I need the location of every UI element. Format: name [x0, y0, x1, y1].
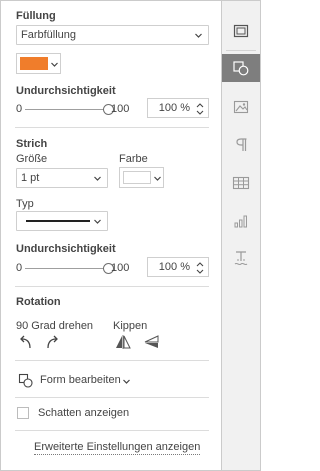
shadow-label: Schatten anzeigen: [38, 407, 130, 419]
right-sidebar: [221, 1, 260, 470]
stroke-title: Strich: [16, 138, 48, 150]
stroke-color-label: Farbe: [119, 153, 148, 165]
divider: [15, 360, 209, 361]
fill-opacity-value: 100 %: [158, 102, 190, 114]
rotate-counterclockwise-icon[interactable]: [16, 334, 34, 350]
stroke-type-select[interactable]: [16, 211, 108, 231]
flip-horizontal-icon[interactable]: [114, 334, 132, 350]
fill-color-button[interactable]: [16, 53, 61, 74]
stroke-opacity-spinner[interactable]: 100 %: [147, 257, 209, 277]
shadow-checkbox[interactable]: [17, 407, 29, 419]
tab-chart-settings[interactable]: [222, 207, 260, 235]
fill-opacity-spinner[interactable]: 100 %: [147, 98, 209, 118]
stroke-opacity-title: Undurchsichtigkeit: [16, 243, 116, 255]
chart-settings-icon: [234, 215, 247, 228]
paragraph-settings-icon: [236, 138, 247, 151]
stroke-size-select[interactable]: 1 pt: [16, 168, 108, 188]
text-art-settings-icon: [234, 251, 248, 266]
stroke-opacity-max: 100: [111, 262, 130, 274]
fill-title: Füllung: [16, 10, 56, 22]
chevron-down-icon: [94, 176, 101, 181]
spin-up-icon[interactable]: [195, 260, 205, 268]
image-settings-icon: [233, 100, 249, 114]
spin-up-icon[interactable]: [195, 101, 205, 109]
divider: [15, 397, 209, 398]
chevron-down-icon: [94, 219, 101, 224]
tab-table-settings[interactable]: [222, 169, 260, 197]
flip-label: Kippen: [113, 320, 148, 332]
stroke-opacity-track[interactable]: [25, 268, 108, 269]
chevron-down-icon: [51, 62, 58, 67]
tab-paragraph-settings[interactable]: [222, 131, 260, 159]
rotate-clockwise-icon[interactable]: [44, 334, 62, 350]
fill-type-select[interactable]: Farbfüllung: [16, 25, 209, 45]
sidebar-divider: [226, 50, 256, 51]
chevron-down-icon: [195, 33, 202, 38]
divider: [15, 286, 209, 287]
spin-down-icon[interactable]: [195, 109, 205, 117]
stroke-size-label: Größe: [16, 153, 48, 165]
rotation-title: Rotation: [16, 296, 61, 308]
chevron-down-icon: [123, 379, 130, 384]
edit-shape-icon: [18, 373, 33, 388]
fill-opacity-title: Undurchsichtigkeit: [16, 85, 116, 97]
stroke-type-label: Typ: [16, 198, 34, 210]
tab-image-settings[interactable]: [222, 93, 260, 121]
stroke-color-button[interactable]: [119, 167, 164, 188]
fill-color-swatch: [20, 57, 48, 70]
stroke-size-value: 1 pt: [21, 172, 40, 184]
fill-opacity-max: 100: [111, 103, 130, 115]
table-settings-icon: [232, 176, 250, 190]
flip-vertical-icon[interactable]: [142, 334, 160, 350]
stroke-opacity-value: 100 %: [158, 261, 190, 273]
solid-line-preview: [26, 220, 90, 222]
stroke-opacity-min: 0: [16, 262, 23, 274]
divider: [15, 430, 209, 431]
shape-settings-icon: [233, 61, 249, 76]
divider: [15, 127, 209, 128]
fill-opacity-min: 0: [16, 103, 23, 115]
slide-settings-icon: [233, 24, 249, 38]
stroke-color-swatch: [123, 171, 151, 184]
edit-shape-button[interactable]: Form bearbeiten: [16, 372, 136, 390]
chevron-down-icon: [154, 176, 161, 181]
tab-slide-settings[interactable]: [222, 17, 260, 45]
fill-type-value: Farbfüllung: [21, 29, 77, 41]
spin-down-icon[interactable]: [195, 268, 205, 276]
edit-shape-label: Form bearbeiten: [40, 374, 121, 386]
tab-shape-settings[interactable]: [222, 54, 260, 82]
advanced-settings-link[interactable]: Erweiterte Einstellungen anzeigen: [34, 441, 201, 455]
fill-opacity-track[interactable]: [25, 109, 108, 110]
tab-text-art-settings[interactable]: [222, 244, 260, 272]
shape-settings-panel: Füllung Farbfüllung Undurchsichtigkeit 0…: [1, 1, 221, 470]
rotate-label: 90 Grad drehen: [16, 320, 94, 332]
